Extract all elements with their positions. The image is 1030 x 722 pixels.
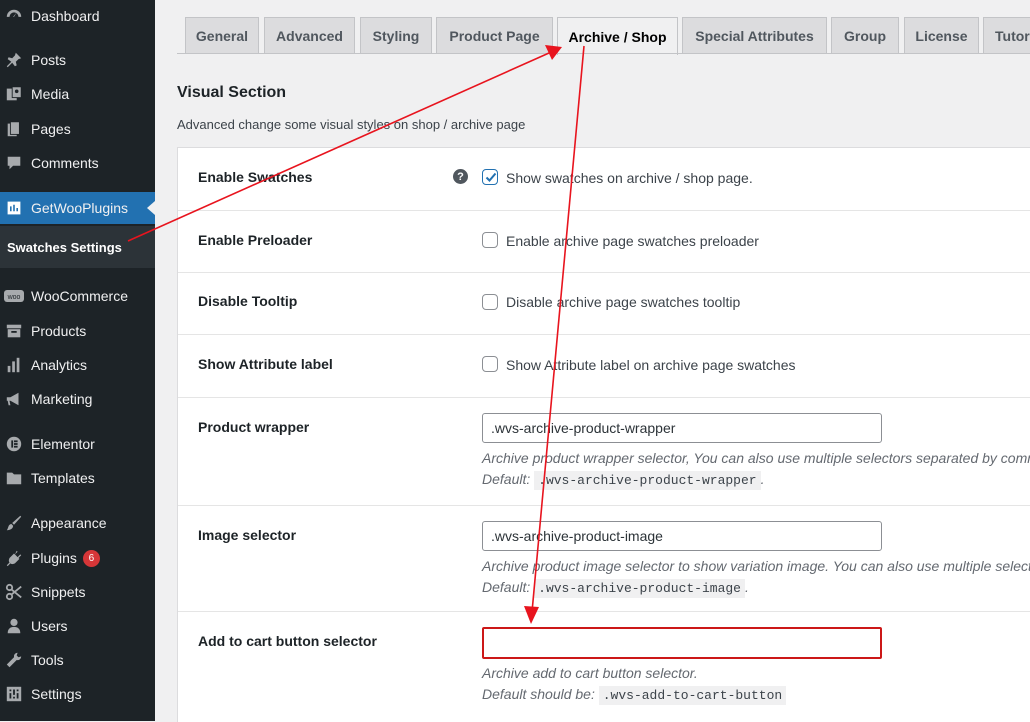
submenu-swatches-settings[interactable]: Swatches Settings: [0, 226, 155, 268]
row-image-selector: Image selector Archive product image sel…: [178, 506, 1030, 612]
menu-item-snippets[interactable]: Snippets: [0, 576, 155, 608]
admin-sidebar: Dashboard Posts Media Pages Comments Get…: [0, 0, 155, 721]
tabs-divider: [177, 53, 1030, 54]
section-title: Visual Section: [177, 84, 287, 101]
brush-icon: [4, 513, 24, 533]
woo-icon: woo: [4, 286, 24, 306]
enable-preloader-text: Enable archive page swatches preloader: [506, 233, 759, 249]
wrench-icon: [4, 650, 24, 670]
dashboard-icon: [4, 6, 24, 26]
tab-advanced[interactable]: Advanced: [264, 17, 355, 53]
menu-item-users[interactable]: Users: [0, 610, 155, 642]
menu-item-elementor[interactable]: Elementor: [0, 428, 155, 460]
plugins-update-badge: 6: [82, 549, 100, 567]
image-selector-description: Archive product image selector to show v…: [482, 558, 1030, 574]
archive-icon: [4, 321, 24, 341]
disable-tooltip-checkbox[interactable]: [482, 294, 498, 310]
folder-icon: [4, 468, 24, 488]
add-to-cart-default: Default should be: .wvs-add-to-cart-butt…: [482, 686, 787, 705]
show-attribute-label-label: Show Attribute label: [198, 356, 333, 372]
megaphone-icon: [4, 389, 24, 409]
menu-item-media[interactable]: Media: [0, 78, 155, 110]
settings-icon: [4, 684, 24, 704]
menu-item-products[interactable]: Products: [0, 315, 155, 347]
menu-item-posts[interactable]: Posts: [0, 44, 155, 76]
image-selector-input[interactable]: [482, 521, 882, 551]
add-to-cart-label: Add to cart button selector: [198, 633, 377, 649]
pin-icon: [4, 50, 24, 70]
disable-tooltip-text: Disable archive page swatches tooltip: [506, 294, 741, 310]
row-enable-swatches: Enable Swatches ? Show swatches on archi…: [178, 148, 1030, 211]
menu-item-settings[interactable]: Settings: [0, 678, 155, 710]
user-icon: [4, 616, 24, 636]
tab-group[interactable]: Group: [831, 17, 899, 53]
product-wrapper-default: Default: .wvs-archive-product-wrapper.: [482, 471, 765, 490]
row-product-wrapper: Product wrapper Archive product wrapper …: [178, 398, 1030, 506]
menu-item-dashboard[interactable]: Dashboard: [0, 0, 155, 32]
row-add-to-cart-selector: Add to cart button selector Archive add …: [178, 612, 1030, 722]
row-enable-preloader: Enable Preloader Enable archive page swa…: [178, 211, 1030, 273]
menu-item-woocommerce[interactable]: woo WooCommerce: [0, 280, 155, 312]
pages-icon: [4, 119, 24, 139]
menu-item-plugins[interactable]: Plugins 6: [0, 542, 155, 574]
show-attribute-label-checkbox[interactable]: [482, 356, 498, 372]
tab-archive-shop[interactable]: Archive / Shop: [557, 17, 678, 55]
menu-item-comments[interactable]: Comments: [0, 147, 155, 179]
svg-text:woo: woo: [7, 294, 21, 301]
product-wrapper-description: Archive product wrapper selector, You ca…: [482, 450, 1030, 466]
section-description: Advanced change some visual styles on sh…: [177, 117, 526, 132]
enable-preloader-label: Enable Preloader: [198, 232, 313, 248]
plug-icon: [4, 548, 24, 568]
tab-special-attributes[interactable]: Special Attributes: [682, 17, 827, 53]
settings-tabs: General Advanced Styling Product Page Ar…: [177, 17, 1030, 55]
enable-swatches-text: Show swatches on archive / shop page.: [506, 170, 753, 186]
menu-item-analytics[interactable]: Analytics: [0, 349, 155, 381]
tab-product-page[interactable]: Product Page: [436, 17, 553, 53]
media-icon: [4, 84, 24, 104]
comment-icon: [4, 153, 24, 173]
image-selector-label: Image selector: [198, 527, 297, 543]
menu-item-templates[interactable]: Templates: [0, 462, 155, 494]
tab-styling[interactable]: Styling: [360, 17, 432, 53]
image-selector-default-code: .wvs-archive-product-image: [534, 579, 745, 598]
menu-item-pages[interactable]: Pages: [0, 113, 155, 145]
row-show-attribute-label: Show Attribute label Show Attribute labe…: [178, 335, 1030, 398]
product-wrapper-input[interactable]: [482, 413, 882, 443]
settings-form: Enable Swatches ? Show swatches on archi…: [177, 147, 1030, 722]
add-to-cart-default-code: .wvs-add-to-cart-button: [598, 686, 787, 705]
menu-item-appearance[interactable]: Appearance: [0, 507, 155, 539]
add-to-cart-input[interactable]: [482, 627, 882, 659]
product-wrapper-default-code: .wvs-archive-product-wrapper: [534, 471, 761, 490]
menu-item-getwooplugins[interactable]: GetWooPlugins: [0, 192, 155, 224]
scissors-icon: [4, 582, 24, 602]
enable-swatches-checkbox[interactable]: [482, 169, 498, 185]
tab-license[interactable]: License: [904, 17, 979, 53]
tab-tutorial[interactable]: Tutor: [983, 17, 1030, 53]
help-icon[interactable]: ?: [453, 169, 468, 184]
checkmark-icon: [485, 172, 497, 182]
elementor-icon: [4, 434, 24, 454]
menu-item-marketing[interactable]: Marketing: [0, 383, 155, 415]
enable-swatches-label: Enable Swatches: [198, 169, 313, 185]
product-wrapper-label: Product wrapper: [198, 419, 310, 435]
bar-chart-icon: [4, 355, 24, 375]
enable-preloader-checkbox[interactable]: [482, 232, 498, 248]
show-attribute-label-text: Show Attribute label on archive page swa…: [506, 357, 796, 373]
plugin-logo-icon: [4, 198, 24, 218]
menu-item-tools[interactable]: Tools: [0, 644, 155, 676]
row-disable-tooltip: Disable Tooltip Disable archive page swa…: [178, 273, 1030, 335]
add-to-cart-description: Archive add to cart button selector.: [482, 665, 698, 681]
image-selector-default: Default: .wvs-archive-product-image.: [482, 579, 749, 598]
disable-tooltip-label: Disable Tooltip: [198, 293, 298, 309]
tab-general[interactable]: General: [185, 17, 259, 53]
